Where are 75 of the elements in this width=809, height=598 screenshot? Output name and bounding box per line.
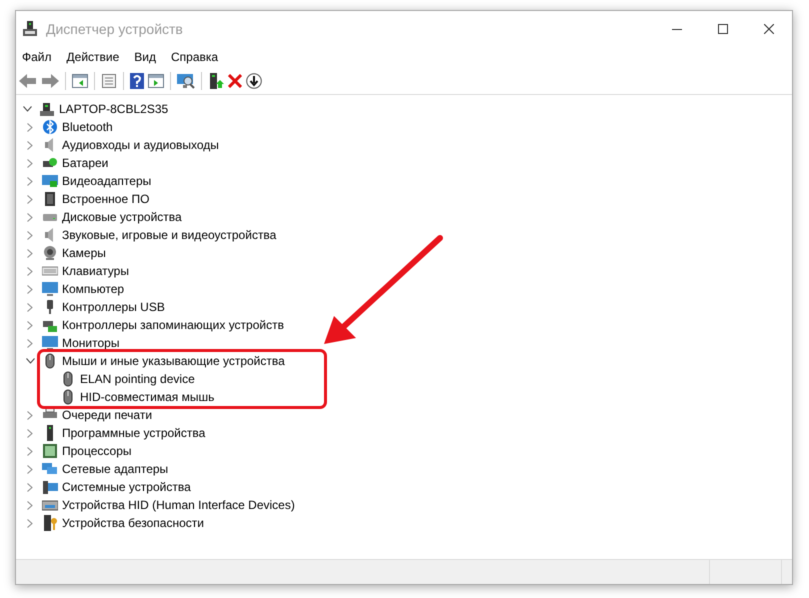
tree-item[interactable]: Мыши и иные указывающие устройства xyxy=(62,352,285,370)
tree-item[interactable]: Компьютер xyxy=(62,280,124,298)
tree-item[interactable]: Устройства HID (Human Interface Devices) xyxy=(62,496,295,514)
expand-caret-icon[interactable] xyxy=(27,266,33,276)
menu-item[interactable]: Файл xyxy=(22,48,52,66)
tree-item[interactable]: Контроллеры USB xyxy=(62,298,165,316)
expand-caret-icon[interactable] xyxy=(27,518,33,528)
tree-item[interactable]: Камеры xyxy=(62,244,106,262)
security-key-icon xyxy=(42,515,58,531)
tree-item[interactable]: Программные устройства xyxy=(62,424,206,442)
tree-item[interactable]: Аудиовходы и аудиовыходы xyxy=(62,136,219,154)
expand-caret-icon[interactable] xyxy=(27,230,33,240)
tree-item[interactable]: Дисковые устройства xyxy=(62,208,182,226)
menu-item[interactable]: Действие xyxy=(66,48,120,66)
processor-icon xyxy=(42,443,58,459)
expand-caret-icon[interactable] xyxy=(27,320,33,330)
tree-item[interactable]: Звуковые, игровые и видеоустройства xyxy=(62,226,276,244)
help-icon[interactable] xyxy=(130,72,144,88)
panel-icon[interactable] xyxy=(72,72,88,88)
webcam-icon xyxy=(42,245,58,261)
expand-caret-icon[interactable] xyxy=(27,212,33,222)
delete-x-icon[interactable] xyxy=(228,74,242,88)
tree-item[interactable]: Встроенное ПО xyxy=(62,190,150,208)
system-icon xyxy=(42,479,58,495)
chip-icon xyxy=(42,191,58,207)
maximize-icon xyxy=(718,24,728,34)
computer-icon xyxy=(39,101,55,117)
device-update-icon[interactable] xyxy=(208,72,224,88)
tree-item[interactable]: Сетевые адаптеры xyxy=(62,460,168,478)
bluetooth-icon xyxy=(42,119,58,135)
expand-caret-icon[interactable] xyxy=(27,194,33,204)
tree-item[interactable]: Мониторы xyxy=(62,334,120,352)
expand-caret-icon[interactable] xyxy=(27,158,33,168)
tree-item[interactable]: Видеоадаптеры xyxy=(62,172,152,190)
network-icon xyxy=(42,461,58,477)
tree-item[interactable]: Процессоры xyxy=(62,442,132,460)
menu-item[interactable]: Справка xyxy=(171,48,218,66)
close-icon xyxy=(764,24,774,34)
expand-caret-icon[interactable] xyxy=(27,284,33,294)
menu-item[interactable]: Вид xyxy=(134,48,156,66)
expand-caret-icon[interactable] xyxy=(27,464,33,474)
expand-caret-icon[interactable] xyxy=(27,248,33,258)
properties-icon[interactable] xyxy=(101,72,117,88)
device-manager-icon xyxy=(23,21,37,37)
forward-arrow-icon[interactable] xyxy=(41,74,59,88)
monitor-icon xyxy=(42,335,58,351)
expand-caret-icon[interactable] xyxy=(27,302,33,312)
expand-caret-icon[interactable] xyxy=(27,428,33,438)
expand-caret-icon[interactable] xyxy=(27,338,33,348)
expand-caret-icon[interactable] xyxy=(27,446,33,456)
expand-caret-icon[interactable] xyxy=(27,482,33,492)
expand-caret-icon[interactable] xyxy=(27,140,33,150)
tree-item[interactable]: Батареи xyxy=(62,154,108,172)
minimize-icon xyxy=(672,28,682,30)
tree-item[interactable]: LAPTOP-8CBL2S35 xyxy=(59,100,168,118)
tree-item[interactable]: Устройства безопасности xyxy=(62,514,204,532)
expand-caret-icon[interactable] xyxy=(27,500,33,510)
tree-item[interactable]: Системные устройства xyxy=(62,478,191,496)
tree-item[interactable]: Контроллеры запоминающих устройств xyxy=(62,316,284,334)
expand-caret-icon[interactable] xyxy=(27,122,33,132)
tree-item[interactable]: Клавиатуры xyxy=(62,262,129,280)
tree-item[interactable]: Bluetooth xyxy=(62,118,113,136)
expand-caret-icon[interactable] xyxy=(27,176,33,186)
tree-item[interactable]: ELAN pointing device xyxy=(80,370,195,388)
tree-item[interactable]: HID-совместимая мышь xyxy=(80,388,214,406)
collapse-caret-icon[interactable] xyxy=(22,106,32,112)
back-arrow-icon[interactable] xyxy=(19,74,37,88)
monitor-icon xyxy=(42,281,58,297)
panel-icon[interactable] xyxy=(148,72,164,88)
expand-caret-icon[interactable] xyxy=(27,410,33,420)
collapse-caret-icon[interactable] xyxy=(26,358,34,364)
display-adapter-icon xyxy=(42,173,58,189)
window-title: Диспетчер устройств xyxy=(46,20,183,39)
monitor-scan-icon[interactable] xyxy=(177,72,195,88)
tree-item[interactable]: Очереди печати xyxy=(62,406,152,424)
